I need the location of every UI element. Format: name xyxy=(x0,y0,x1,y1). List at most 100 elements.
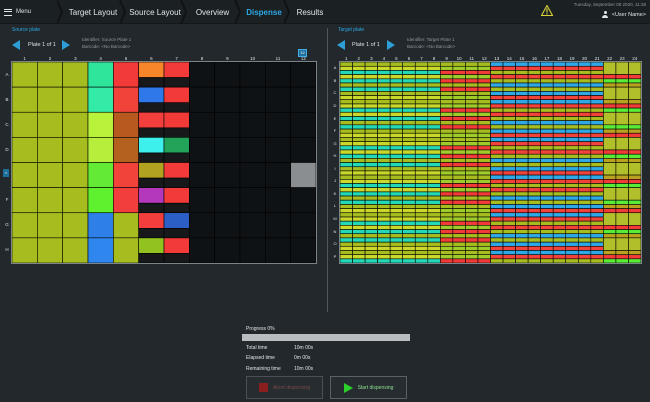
target-well-M14-b[interactable] xyxy=(502,216,516,222)
target-well-K15-c[interactable] xyxy=(515,195,529,201)
target-well-C15-a[interactable] xyxy=(515,86,529,92)
target-well-A6-b[interactable] xyxy=(402,65,416,71)
target-well-N18-c[interactable] xyxy=(552,233,567,239)
target-well-G1-a[interactable] xyxy=(340,137,353,142)
target-well-E11-a[interactable] xyxy=(465,111,479,117)
target-well-E8-c[interactable] xyxy=(427,120,441,126)
target-well-E18-c[interactable] xyxy=(552,120,567,126)
target-well-A4-a[interactable] xyxy=(377,62,391,67)
target-well-G6-c[interactable] xyxy=(402,145,416,151)
target-well-I8-c[interactable] xyxy=(427,170,441,176)
target-well-O21-c[interactable] xyxy=(590,245,604,251)
target-well-O2-a[interactable] xyxy=(352,237,366,243)
source-well-A4[interactable] xyxy=(87,62,114,88)
target-well-L23-b[interactable] xyxy=(615,204,629,209)
target-well-D12-a[interactable] xyxy=(477,99,491,105)
source-well-D6-top[interactable] xyxy=(138,137,165,154)
target-well-G18-c[interactable] xyxy=(552,145,567,151)
target-well-P9-a[interactable] xyxy=(440,250,454,256)
target-well-K10-a[interactable] xyxy=(452,187,466,193)
target-well-P4-a[interactable] xyxy=(377,250,391,256)
target-well-P20-c[interactable] xyxy=(577,258,592,263)
menu-button[interactable]: Menu xyxy=(4,5,31,19)
tab-source-layout[interactable]: Source Layout xyxy=(122,0,182,24)
target-well-K4-a[interactable] xyxy=(377,187,391,193)
source-well-A11[interactable] xyxy=(265,62,291,88)
source-well-H4[interactable] xyxy=(87,237,114,263)
target-well-N16-a[interactable] xyxy=(527,225,541,230)
target-well-M22[interactable] xyxy=(603,212,617,226)
target-well-E11-c[interactable] xyxy=(465,120,479,126)
target-well-N23-c[interactable] xyxy=(615,233,629,239)
target-well-A4-c[interactable] xyxy=(377,70,391,75)
source-well-B12[interactable] xyxy=(290,86,316,113)
target-well-K22[interactable] xyxy=(603,187,617,201)
target-well-L12-c[interactable] xyxy=(477,208,491,214)
target-well-E15-b[interactable] xyxy=(515,116,529,121)
target-well-G17-b[interactable] xyxy=(540,141,554,147)
target-well-N24-a[interactable] xyxy=(628,225,641,230)
target-well-H22-b[interactable] xyxy=(603,153,617,159)
source-well-E3[interactable] xyxy=(62,162,89,188)
target-well-B8-a[interactable] xyxy=(427,74,441,80)
target-well-M2-b[interactable] xyxy=(352,216,366,222)
target-well-H16-c[interactable] xyxy=(527,158,541,163)
target-well-M20-c[interactable] xyxy=(577,220,592,226)
target-well-N19-c[interactable] xyxy=(565,233,579,239)
target-well-I8-b[interactable] xyxy=(427,166,441,172)
target-well-H6-a[interactable] xyxy=(402,149,416,155)
target-well-F2-b[interactable] xyxy=(352,128,366,134)
target-well-E22[interactable] xyxy=(603,111,617,126)
target-well-K20-b[interactable] xyxy=(577,191,592,197)
target-well-O17-c[interactable] xyxy=(540,245,554,251)
target-well-G2-c[interactable] xyxy=(352,145,366,151)
target-well-G12-a[interactable] xyxy=(477,137,491,142)
target-well-F20-a[interactable] xyxy=(577,124,592,130)
target-well-J5-b[interactable] xyxy=(389,179,404,184)
target-well-I13-a[interactable] xyxy=(490,162,504,168)
target-next-arrow-icon[interactable] xyxy=(387,40,395,50)
target-well-B15-b[interactable] xyxy=(515,78,529,84)
target-well-D18-c[interactable] xyxy=(552,107,567,113)
target-well-C21-c[interactable] xyxy=(590,95,604,100)
target-well-L14-b[interactable] xyxy=(502,204,516,209)
source-well-E6-top[interactable] xyxy=(138,162,165,179)
target-well-N2-b[interactable] xyxy=(352,229,366,235)
target-well-H15-c[interactable] xyxy=(515,158,529,163)
target-well-B6-a[interactable] xyxy=(402,74,416,80)
target-well-F4-c[interactable] xyxy=(377,132,391,138)
target-well-M20-a[interactable] xyxy=(577,212,592,218)
target-well-N11-a[interactable] xyxy=(465,225,479,230)
target-well-F8-c[interactable] xyxy=(427,132,441,138)
target-well-B9-c[interactable] xyxy=(440,82,454,88)
target-well-L8-b[interactable] xyxy=(427,204,441,209)
target-well-J22-b[interactable] xyxy=(603,179,617,184)
target-well-O11-b[interactable] xyxy=(465,241,479,247)
target-well-H22-c[interactable] xyxy=(603,158,617,163)
target-well-B23-c[interactable] xyxy=(615,82,629,88)
target-well-C4-a[interactable] xyxy=(377,86,391,92)
target-well-K13-c[interactable] xyxy=(490,195,504,201)
target-well-I20-a[interactable] xyxy=(577,162,592,168)
target-well-L1-b[interactable] xyxy=(340,204,353,209)
target-well-A20-c[interactable] xyxy=(577,70,592,75)
source-well-H1[interactable] xyxy=(12,237,38,263)
target-well-E19-c[interactable] xyxy=(565,120,579,126)
target-well-M1-a[interactable] xyxy=(340,212,353,218)
source-well-G9[interactable] xyxy=(214,212,241,239)
target-well-C18-b[interactable] xyxy=(552,91,567,96)
target-well-C7-c[interactable] xyxy=(414,95,429,100)
target-well-P7-a[interactable] xyxy=(414,250,429,256)
target-well-E11-b[interactable] xyxy=(465,116,479,121)
target-well-H6-b[interactable] xyxy=(402,153,416,159)
target-well-M5-a[interactable] xyxy=(389,212,404,218)
target-well-F19-b[interactable] xyxy=(565,128,579,134)
target-well-K18-b[interactable] xyxy=(552,191,567,197)
target-well-F7-a[interactable] xyxy=(414,124,429,130)
target-well-N23-b[interactable] xyxy=(615,229,629,235)
source-well-D2[interactable] xyxy=(37,137,63,163)
target-well-J1-c[interactable] xyxy=(340,183,353,188)
target-well-D22-c[interactable] xyxy=(603,107,617,113)
target-well-C20-a[interactable] xyxy=(577,86,592,92)
source-next-arrow-icon[interactable] xyxy=(62,40,70,50)
